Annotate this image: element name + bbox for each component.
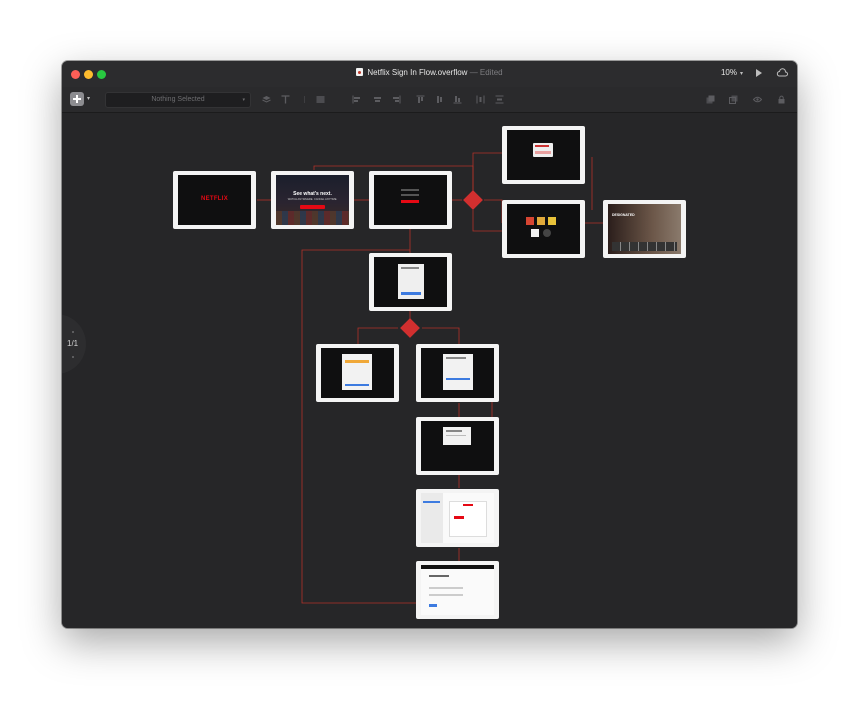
window-title: Netflix Sign In Flow.overflow — Edited — [62, 68, 797, 77]
artboard-profile-home[interactable]: DESIGNATED — [603, 200, 686, 258]
align-right-icon[interactable] — [392, 95, 401, 104]
email-message — [449, 501, 487, 537]
email-netflix-logo — [463, 504, 473, 506]
recovery-sms-screen — [421, 348, 494, 398]
email-field — [401, 189, 419, 191]
selection-dropdown[interactable]: Nothing Selected ▾ — [105, 92, 251, 108]
profile-avatar-1 — [526, 217, 534, 225]
confirm-password-field — [429, 594, 463, 596]
recovery-warning — [345, 360, 369, 363]
artboard-sign-in[interactable] — [369, 171, 452, 229]
align-center-icon[interactable] — [373, 95, 382, 104]
zoom-level: 10% — [720, 68, 737, 77]
document-icon — [356, 68, 364, 76]
document-name: Netflix Sign In Flow.overflow — [367, 68, 468, 77]
bring-front-icon[interactable] — [706, 95, 715, 104]
hero-show-title: DESIGNATED — [612, 213, 635, 217]
zoom-control[interactable]: 10% ▾ — [721, 68, 743, 77]
error-dialog — [533, 143, 553, 157]
profile-avatar-4 — [531, 229, 539, 237]
send-back-icon[interactable] — [729, 95, 738, 104]
artboard-recovery-email[interactable] — [316, 344, 399, 402]
toolbar-divider — [304, 96, 305, 103]
artboard-splash[interactable]: NETFLIX — [173, 171, 256, 229]
artboard-email-inbox[interactable] — [416, 489, 499, 547]
mail-selected-item — [423, 501, 440, 503]
profile-avatar-3 — [548, 217, 556, 225]
app-window: Netflix Sign In Flow.overflow — Edited 1… — [62, 61, 797, 628]
align-left-icon[interactable] — [352, 95, 361, 104]
selection-label: Nothing Selected — [151, 96, 205, 103]
welcome-headline: See what's next. — [293, 191, 332, 197]
plus-icon[interactable] — [70, 92, 84, 106]
text-icon[interactable] — [281, 95, 290, 104]
toolbar: ▾ Nothing Selected ▾ — [62, 87, 797, 113]
artboard-check-email[interactable] — [416, 417, 499, 475]
add-profile-icon — [543, 229, 551, 237]
forgot-password-screen — [374, 257, 447, 307]
artboard-welcome[interactable]: See what's next. WATCH ANYWHERE. CANCEL … — [271, 171, 354, 229]
password-field — [401, 194, 419, 196]
save-button — [429, 604, 437, 607]
check-email-dialog — [443, 427, 471, 445]
chevron-down-icon: ▾ — [739, 71, 743, 77]
profile-avatar-2 — [537, 217, 545, 225]
check-email-title — [446, 430, 462, 432]
check-email-text — [446, 435, 466, 436]
canvas[interactable]: 1/1 NETFLIX See what's next. WATCH ANYWH… — [62, 113, 797, 628]
recovery-dialog — [342, 354, 372, 390]
align-middle-icon[interactable] — [435, 95, 444, 104]
artboard-change-password[interactable] — [416, 561, 499, 619]
cloud-icon[interactable] — [776, 68, 788, 77]
sms-button — [446, 378, 470, 380]
chevron-down-icon[interactable]: ▾ — [87, 95, 90, 102]
poster-collage — [276, 211, 349, 225]
align-top-icon[interactable] — [416, 95, 425, 104]
sign-in-screen — [374, 175, 447, 225]
sign-in-button — [401, 200, 419, 203]
welcome-subline: WATCH ANYWHERE. CANCEL ANYTIME. — [287, 198, 338, 201]
change-password-title — [429, 575, 449, 577]
error-button — [535, 151, 551, 154]
forgot-password-dialog — [398, 264, 424, 299]
mail-sidebar — [421, 493, 443, 543]
get-started-button — [300, 205, 325, 209]
recovery-email-screen — [321, 348, 394, 398]
welcome-screen: See what's next. WATCH ANYWHERE. CANCEL … — [276, 175, 349, 225]
splash-screen: NETFLIX — [178, 175, 251, 225]
stack-icon[interactable] — [262, 95, 271, 104]
distribute-h-icon[interactable] — [476, 95, 485, 104]
align-bottom-icon[interactable] — [453, 95, 462, 104]
sms-title — [446, 357, 466, 359]
eye-icon[interactable] — [753, 95, 762, 104]
play-icon[interactable] — [756, 69, 762, 77]
sms-dialog — [443, 354, 473, 390]
title-bar: Netflix Sign In Flow.overflow — Edited 1… — [62, 61, 797, 87]
whos-watching-screen — [507, 204, 580, 254]
change-password-screen — [421, 565, 494, 615]
page-header — [421, 565, 494, 569]
image-icon[interactable] — [316, 95, 325, 104]
artboard-sign-in-error[interactable] — [502, 126, 585, 184]
distribute-v-icon[interactable] — [495, 95, 504, 104]
new-password-field — [429, 587, 463, 589]
dialog-title — [401, 267, 419, 269]
check-email-screen — [421, 421, 494, 471]
dialog-button — [401, 292, 421, 295]
artboard-recovery-sms[interactable] — [416, 344, 499, 402]
email-inbox-screen — [421, 493, 494, 543]
lock-icon[interactable] — [777, 95, 786, 104]
artboard-whos-watching[interactable] — [502, 200, 585, 258]
error-title — [535, 145, 549, 147]
reset-password-button — [454, 516, 464, 519]
profile-home-screen: DESIGNATED — [608, 204, 681, 254]
sign-in-error-screen — [507, 130, 580, 180]
title-row — [612, 242, 677, 251]
netflix-logo: NETFLIX — [200, 196, 229, 202]
chevron-down-icon: ▾ — [242, 97, 245, 103]
recovery-button — [345, 384, 369, 386]
edited-status: — Edited — [469, 68, 503, 77]
artboard-forgot-password[interactable] — [369, 253, 452, 311]
